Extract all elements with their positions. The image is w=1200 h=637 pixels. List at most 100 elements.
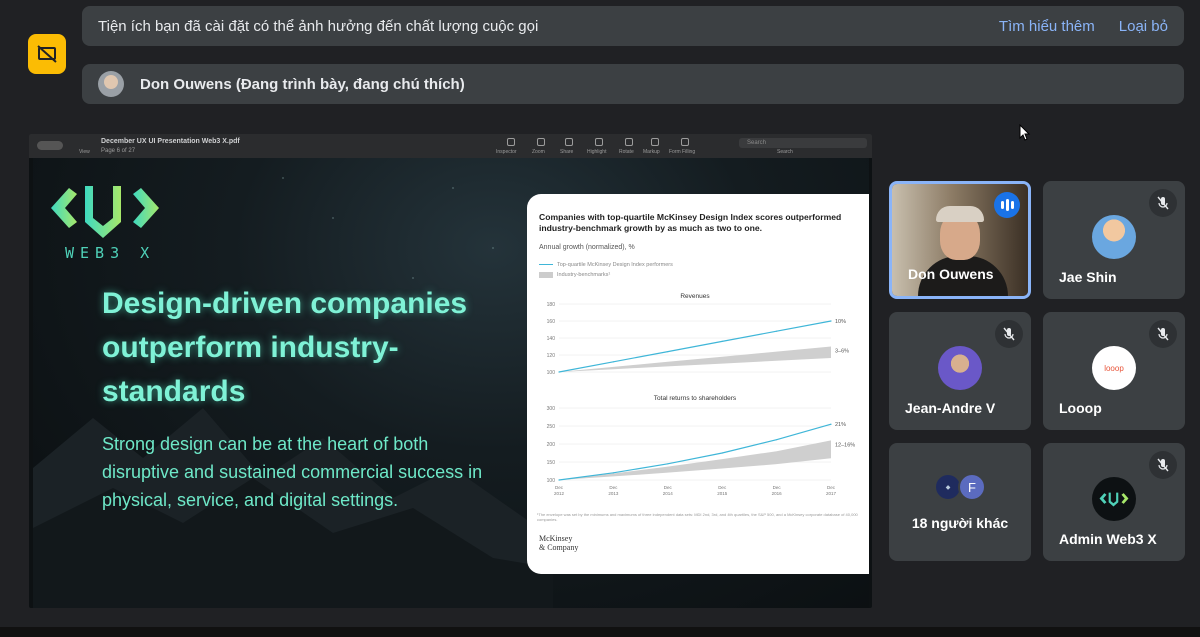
participant-name: Don Ouwens: [908, 266, 994, 282]
learn-more-link[interactable]: Tìm hiểu thêm: [999, 18, 1095, 35]
data-point: [612, 361, 614, 363]
view-label: View: [79, 149, 90, 155]
mouse-cursor-icon: [1019, 124, 1031, 141]
other-participants-avatars: ◆ F: [934, 473, 986, 501]
mic-off-icon: [995, 320, 1023, 348]
avatar: F: [958, 473, 986, 501]
participant-tile-admin-web3x[interactable]: Admin Web3 X: [1043, 443, 1185, 561]
data-point: [667, 351, 669, 353]
x-tick-label: Dec: [555, 485, 564, 490]
mckinsey-brand: McKinsey & Company: [539, 534, 578, 552]
brand-line-2: & Company: [539, 543, 579, 552]
avatar: [938, 346, 982, 390]
participant-tile-don-ouwens[interactable]: Don Ouwens: [889, 181, 1031, 299]
data-point: [558, 479, 560, 481]
end-label-benchmark: 12–16%: [835, 442, 855, 448]
participant-tile-jae-shin[interactable]: Jae Shin: [1043, 181, 1185, 299]
end-label-top: 10%: [835, 319, 846, 325]
y-tick-label: 100: [547, 478, 556, 484]
x-tick-label: Dec: [773, 485, 782, 490]
participant-name: 18 người khác: [911, 515, 1009, 531]
participant-name: Jae Shin: [1059, 269, 1117, 285]
mic-off-icon: [1149, 451, 1177, 479]
growth-charts: Revenues 100 120 140 160 180 10% 3–6% Total retu…: [547, 293, 856, 496]
toolbar-highlight: Highlight: [587, 149, 607, 155]
participant-tile-others[interactable]: ◆ F 18 người khác: [889, 443, 1031, 561]
end-label-benchmark: 3–6%: [835, 349, 849, 355]
benchmark-band: [559, 346, 831, 372]
x-tick-label: Dec: [718, 485, 727, 490]
window-controls: [37, 141, 63, 150]
y-tick-label: 150: [547, 460, 556, 466]
data-point: [721, 340, 723, 342]
data-point: [612, 472, 614, 474]
presenter-bar: Don Ouwens (Đang trình bày, đang chú thí…: [82, 64, 1184, 104]
y-tick-label: 100: [547, 370, 556, 376]
zoom-icon: [537, 138, 545, 146]
form-filling-icon: [681, 138, 689, 146]
avatar: [1092, 477, 1136, 521]
x-tick-label: 2017: [826, 491, 837, 496]
y-tick-label: 250: [547, 424, 556, 430]
pdf-viewer-toolbar: View December UX UI Presentation Web3 X.…: [29, 134, 872, 158]
presenter-label: Don Ouwens (Đang trình bày, đang chú thí…: [140, 75, 465, 93]
x-tick-label: Dec: [827, 485, 836, 490]
toolbar-search: Search: [777, 149, 793, 155]
pdf-filename: December UX UI Presentation Web3 X.pdf: [101, 138, 240, 145]
x-tick-label: 2016: [772, 491, 783, 496]
pdf-page-info: Page 6 of 27: [101, 148, 136, 154]
rotate-icon: [625, 138, 633, 146]
markup-icon: [651, 138, 659, 146]
mic-off-icon: [1149, 189, 1177, 217]
dismiss-link[interactable]: Loại bỏ: [1119, 18, 1168, 35]
participant-tile-jean-andre[interactable]: Jean-Andre V: [889, 312, 1031, 430]
slide-subline: Strong design can be at the heart of bot…: [102, 434, 483, 510]
slide-headline: Design-driven companies outperform indus…: [102, 287, 468, 408]
x-tick-label: 2014: [663, 491, 674, 496]
video-person-cap: [936, 206, 984, 222]
data-point: [721, 452, 723, 454]
web3x-logo-icon: [1099, 492, 1129, 507]
y-tick-label: 200: [547, 442, 556, 448]
y-tick-label: 300: [547, 406, 556, 412]
presentation-slide: WEB3 X Design-driven companies outperfor…: [33, 158, 869, 608]
speaking-indicator-icon: [994, 192, 1020, 218]
toolbar-zoom: Zoom: [532, 149, 545, 155]
end-label-top: 21%: [835, 422, 846, 428]
shared-screen: View December UX UI Presentation Web3 X.…: [29, 134, 872, 608]
toolbar-inspector: Inspector: [496, 149, 517, 155]
web3x-logo-icon: [51, 186, 159, 238]
y-tick-label: 180: [547, 302, 556, 308]
chart-title: Revenues: [680, 293, 710, 300]
avatar: looop: [1092, 346, 1136, 390]
banner-message: Tiện ích bạn đã cài đặt có thể ảnh hưởng…: [98, 17, 539, 35]
avatar: [1092, 215, 1136, 259]
presentation-off-badge[interactable]: [28, 34, 66, 74]
mckinsey-chart-card: Companies with top-quartile McKinsey Des…: [527, 194, 869, 574]
x-tick-label: Dec: [664, 485, 673, 490]
mic-off-icon: [1149, 320, 1177, 348]
chart-title: Total returns to shareholders: [654, 395, 737, 402]
participant-name: Jean-Andre V: [905, 400, 996, 416]
data-point: [830, 320, 832, 322]
participant-tile-looop[interactable]: looop Looop: [1043, 312, 1185, 430]
x-tick-label: 2012: [554, 491, 565, 496]
data-point: [558, 371, 560, 373]
x-tick-label: Dec: [609, 485, 618, 490]
bottom-toolbar-edge: [0, 627, 1200, 637]
presenter-avatar: [98, 71, 124, 97]
share-icon: [565, 138, 573, 146]
x-tick-label: 2013: [608, 491, 619, 496]
y-tick-label: 140: [547, 336, 556, 342]
extension-warning-banner: Tiện ích bạn đã cài đặt có thể ảnh hưởng…: [82, 6, 1184, 46]
no-present-icon: [37, 45, 57, 63]
toolbar-form-filling: Form Filling: [669, 149, 696, 155]
participant-name: Admin Web3 X: [1059, 531, 1157, 547]
inspector-icon: [507, 138, 515, 146]
toolbar-markup: Markup: [643, 149, 660, 155]
toolbar-rotate: Rotate: [619, 149, 634, 155]
participant-name: Looop: [1059, 400, 1102, 416]
highlight-icon: [595, 138, 603, 146]
y-tick-label: 160: [547, 319, 556, 325]
data-point: [776, 330, 778, 332]
